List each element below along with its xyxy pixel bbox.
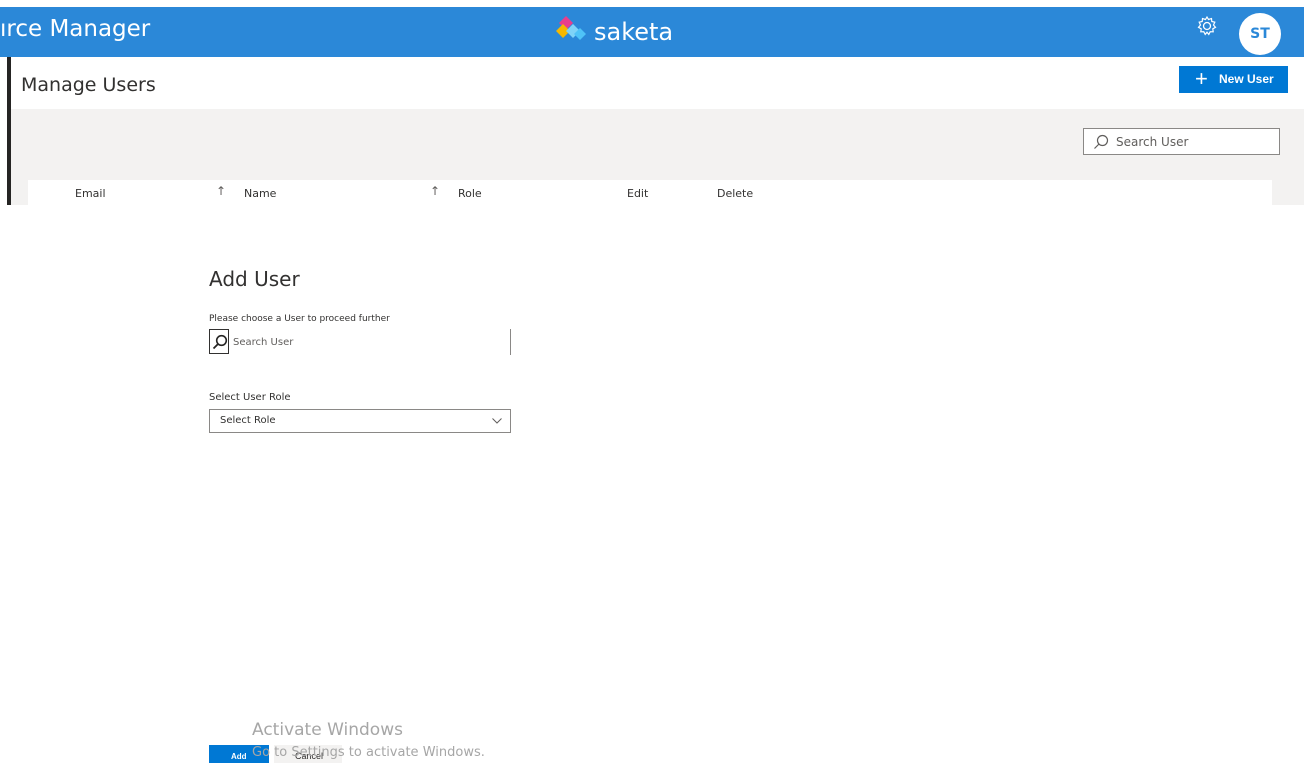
column-name[interactable]: Name [244, 187, 276, 200]
dialog-title: Add User [209, 267, 300, 291]
activate-windows-title: Activate Windows [252, 720, 403, 740]
sort-arrow-icon[interactable]: ↑ [216, 184, 226, 198]
page-title-row: Manage Users [11, 57, 1304, 109]
brand-logo: saketa [556, 16, 673, 46]
app-title: ırce Manager [0, 16, 151, 42]
role-selected-value: Select Role [220, 415, 276, 426]
page-title: Manage Users [21, 74, 156, 96]
activate-windows-subtitle: Go to Settings to activate Windows. [252, 745, 485, 760]
saketa-logo-icon [556, 16, 586, 40]
user-picker-input[interactable]: Search User [209, 329, 511, 355]
search-icon [1094, 134, 1109, 149]
user-avatar[interactable]: ST [1239, 13, 1281, 55]
users-list-header: Email ↑ Name ↑ Role Edit Delete [28, 180, 1272, 205]
user-prompt-label: Please choose a User to proceed further [209, 314, 390, 324]
brand-name: saketa [594, 18, 674, 46]
picker-border [510, 329, 511, 355]
user-search-icon-box [209, 329, 229, 354]
user-search-placeholder: Search User [233, 337, 294, 348]
column-edit: Edit [627, 187, 649, 200]
role-label: Select User Role [209, 392, 291, 403]
new-user-label: New User [1219, 72, 1274, 86]
column-email[interactable]: Email [75, 187, 106, 200]
settings-gear-icon[interactable] [1196, 15, 1218, 37]
plus-icon: + [1195, 66, 1208, 91]
chevron-down-icon [492, 418, 502, 424]
add-label: Add [231, 752, 247, 761]
search-icon [212, 334, 228, 350]
top-bar: ırce Manager saketa ST [0, 7, 1304, 57]
column-role[interactable]: Role [458, 187, 482, 200]
search-placeholder: Search User [1116, 135, 1189, 149]
new-user-button[interactable]: + New User [1179, 66, 1288, 93]
column-delete: Delete [717, 187, 754, 200]
search-user-input[interactable]: Search User [1083, 128, 1280, 155]
sort-arrow-icon[interactable]: ↑ [430, 184, 440, 198]
role-dropdown[interactable]: Select Role [209, 409, 511, 433]
